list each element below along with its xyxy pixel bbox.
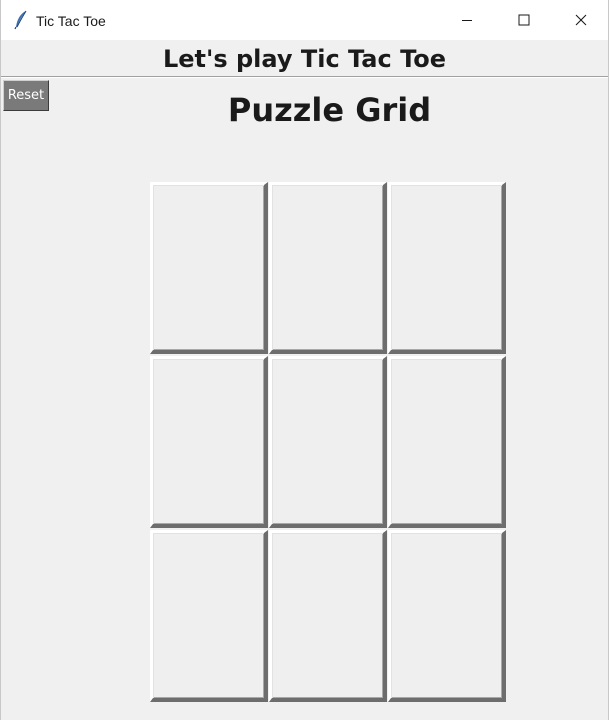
window-title: Tic Tac Toe <box>36 13 106 29</box>
grid-cell-r2-c2[interactable] <box>269 356 387 528</box>
feather-icon <box>14 10 27 30</box>
grid-cell-r1-c2[interactable] <box>269 182 387 354</box>
close-button[interactable] <box>552 0 609 40</box>
grid-cell-r2-c1[interactable] <box>150 356 268 528</box>
header-divider <box>1 76 608 78</box>
app-window: Tic Tac Toe Let's play Tic Tac Toe Reset… <box>0 0 609 720</box>
close-icon <box>575 14 587 26</box>
grid-cell-r1-c3[interactable] <box>388 182 506 354</box>
title-bar[interactable]: Tic Tac Toe <box>1 0 608 40</box>
maximize-button[interactable] <box>495 0 553 40</box>
puzzle-grid <box>150 182 508 703</box>
grid-title: Puzzle Grid <box>227 91 432 129</box>
maximize-icon <box>518 14 530 26</box>
grid-cell-r3-c1[interactable] <box>150 530 268 702</box>
minimize-icon <box>462 20 472 21</box>
header-title: Let's play Tic Tac Toe <box>162 45 447 73</box>
grid-cell-r1-c1[interactable] <box>150 182 268 354</box>
grid-cell-r3-c2[interactable] <box>269 530 387 702</box>
grid-cell-r3-c3[interactable] <box>388 530 506 702</box>
grid-cell-r2-c3[interactable] <box>388 356 506 528</box>
minimize-button[interactable] <box>438 0 496 40</box>
